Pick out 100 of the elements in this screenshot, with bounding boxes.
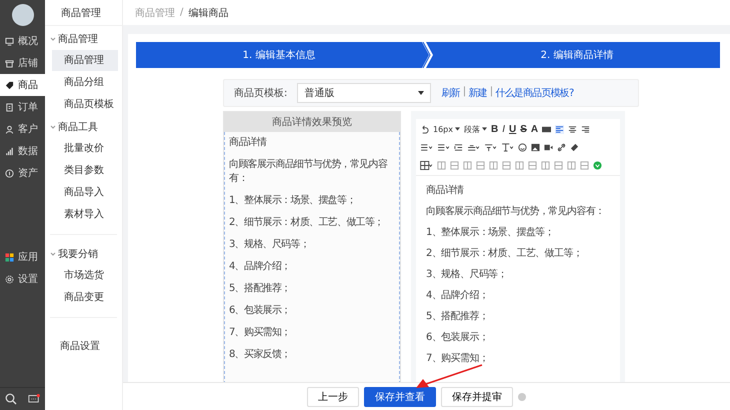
breadcrumb-item: 编辑商品 bbox=[188, 6, 228, 20]
dropdown-icon bbox=[418, 91, 424, 95]
caret-icon bbox=[50, 251, 56, 257]
nav-group[interactable]: 我要分销 bbox=[45, 243, 122, 265]
document-icon bbox=[5, 102, 14, 112]
preview-list-item: 2、细节展示：材质、工艺、做工等； bbox=[229, 216, 384, 230]
arrow-annotation bbox=[416, 364, 482, 388]
caret-icon bbox=[455, 127, 460, 131]
bar-chart-icon bbox=[5, 146, 14, 156]
format-button[interactable]: I bbox=[502, 124, 506, 134]
template-link[interactable]: 什么是商品页模板? bbox=[495, 86, 574, 100]
image-icon[interactable] bbox=[531, 142, 540, 152]
preview-header: 商品详情效果预览 bbox=[224, 112, 400, 132]
sub-nav-item[interactable]: 商品页模板 bbox=[52, 94, 118, 115]
preview-list-item: 4、品牌介绍； bbox=[229, 260, 292, 274]
tag-icon bbox=[5, 80, 14, 90]
caret-icon bbox=[50, 124, 56, 130]
nav-item[interactable]: 数据 bbox=[0, 140, 45, 162]
table-icon[interactable] bbox=[420, 160, 433, 170]
editor-title: 商品详情 bbox=[426, 184, 465, 197]
caret-icon bbox=[482, 127, 487, 131]
editor-list-item: 7、购买需知； bbox=[426, 352, 490, 365]
editor-list-item: 4、品牌介绍； bbox=[426, 289, 490, 302]
apps-icon bbox=[5, 252, 14, 262]
numbered-list-icon[interactable] bbox=[437, 142, 450, 152]
footer-button[interactable]: 保存并查看 bbox=[364, 386, 436, 406]
emoji-icon[interactable] bbox=[518, 142, 527, 152]
format-button[interactable]: S bbox=[520, 124, 527, 134]
align-right-icon[interactable] bbox=[581, 124, 590, 134]
sub-nav-item[interactable]: 商品管理 bbox=[52, 50, 118, 71]
template-label: 商品页模板: bbox=[234, 86, 288, 100]
footer-button[interactable]: 上一步 bbox=[307, 386, 359, 406]
bullet-list-icon[interactable] bbox=[420, 142, 433, 152]
link-separator: | bbox=[462, 86, 466, 99]
sub-nav-item[interactable]: 市场选货 bbox=[52, 265, 118, 286]
editor-text: 向顾客展示商品细节与优势，常见内容有： bbox=[426, 205, 606, 218]
preview-text: 向顾客展示商品细节与优势，常见内容有： bbox=[229, 158, 388, 186]
sub-nav-item[interactable]: 批量改价 bbox=[52, 138, 118, 159]
settings-icon bbox=[5, 274, 14, 284]
template-select[interactable]: 普通版 bbox=[297, 83, 432, 103]
eraser-icon[interactable] bbox=[570, 142, 579, 152]
format-button[interactable]: B bbox=[491, 124, 498, 134]
video-icon[interactable] bbox=[544, 142, 553, 152]
nav-item[interactable]: 概况 bbox=[0, 30, 45, 52]
preview-list-item: 8、买家反馈； bbox=[229, 348, 292, 362]
step-item: 1. 编辑基本信息 bbox=[242, 48, 316, 63]
preview-list-item: 1、整体展示：场景、摆盘等； bbox=[229, 194, 357, 208]
sub-nav-item[interactable]: 商品导入 bbox=[52, 182, 118, 203]
preview-list-item: 6、包装展示； bbox=[229, 304, 292, 318]
step-item: 2. 编辑商品详情 bbox=[540, 48, 614, 63]
template-link[interactable]: 新建 bbox=[468, 86, 487, 100]
format-button[interactable]: A bbox=[530, 124, 538, 134]
preview-list-item: 7、购买需知； bbox=[229, 326, 292, 340]
format-button[interactable]: U bbox=[509, 124, 516, 134]
sub-nav-title: 商品管理 bbox=[45, 0, 122, 26]
coin-icon bbox=[5, 168, 14, 178]
check-icon[interactable] bbox=[593, 160, 602, 170]
editor-content[interactable]: 商品详情 向顾客展示商品细节与优势，常见内容有： 1、整体展示：场景、摆盘等； 2、细节展示：材质、工艺、做工等； 3、规格、尺码等； 4、品牌介绍； 5、搭配推荐； 6、包装展示； 7、购买需知； bbox=[416, 176, 620, 383]
nav-item[interactable]: 设置 bbox=[0, 268, 45, 290]
font-size-dropdown[interactable]: 16px bbox=[433, 124, 460, 134]
template-link[interactable]: 刷新 bbox=[441, 86, 460, 100]
sub-nav-item[interactable]: 类目参数 bbox=[52, 160, 118, 181]
link-icon[interactable] bbox=[557, 142, 566, 152]
breadcrumb-separator: / bbox=[180, 7, 184, 18]
align-left-icon[interactable] bbox=[555, 124, 564, 134]
editor-list-item: 6、包装展示； bbox=[426, 331, 490, 344]
caret-icon bbox=[50, 36, 56, 42]
nav-item[interactable]: 商品 bbox=[0, 74, 45, 96]
highlight-icon[interactable] bbox=[542, 124, 552, 134]
line-spacing-icon[interactable] bbox=[467, 142, 480, 152]
nav-item[interactable]: 店铺 bbox=[0, 52, 45, 74]
preview-title: 商品详情 bbox=[229, 136, 268, 150]
redo-icon[interactable] bbox=[420, 124, 429, 134]
editor-list-item: 5、搭配推荐； bbox=[426, 310, 490, 323]
text-height-icon[interactable] bbox=[501, 142, 514, 152]
paragraph-dropdown[interactable]: 段落 bbox=[464, 124, 487, 134]
nav-item[interactable]: 资产 bbox=[0, 162, 45, 184]
avatar-icon[interactable] bbox=[12, 4, 34, 26]
nav-group[interactable]: 商品管理 bbox=[45, 28, 122, 50]
preview-list-item: 5、搭配推荐； bbox=[229, 282, 292, 296]
sub-nav-item[interactable]: 商品设置 bbox=[52, 336, 118, 357]
preview-list-item: 3、规格、尺码等； bbox=[229, 238, 310, 252]
message-icon[interactable] bbox=[28, 393, 40, 405]
indent-icon[interactable] bbox=[454, 142, 463, 152]
editor-list-item: 2、细节展示：材质、工艺、做工等； bbox=[426, 247, 584, 260]
nav-item[interactable]: 应用 bbox=[0, 246, 45, 268]
footer-button[interactable]: 保存并提审 bbox=[441, 386, 513, 406]
sub-nav-item[interactable]: 商品分组 bbox=[52, 72, 118, 93]
editor-list-item: 1、整体展示：场景、摆盘等； bbox=[426, 226, 555, 239]
nav-item[interactable]: 客户 bbox=[0, 118, 45, 140]
nav-item[interactable]: 订单 bbox=[0, 96, 45, 118]
search-icon[interactable] bbox=[5, 393, 18, 405]
nav-group[interactable]: 商品工具 bbox=[45, 116, 122, 138]
person-icon bbox=[5, 124, 14, 134]
sub-nav-item[interactable]: 商品变更 bbox=[52, 287, 118, 308]
sub-nav-item[interactable]: 素材导入 bbox=[52, 204, 118, 225]
editor-list-item: 3、规格、尺码等； bbox=[426, 268, 508, 281]
store-icon bbox=[5, 58, 14, 68]
align-center-icon[interactable] bbox=[568, 124, 578, 134]
spacing-icon[interactable] bbox=[484, 142, 497, 152]
